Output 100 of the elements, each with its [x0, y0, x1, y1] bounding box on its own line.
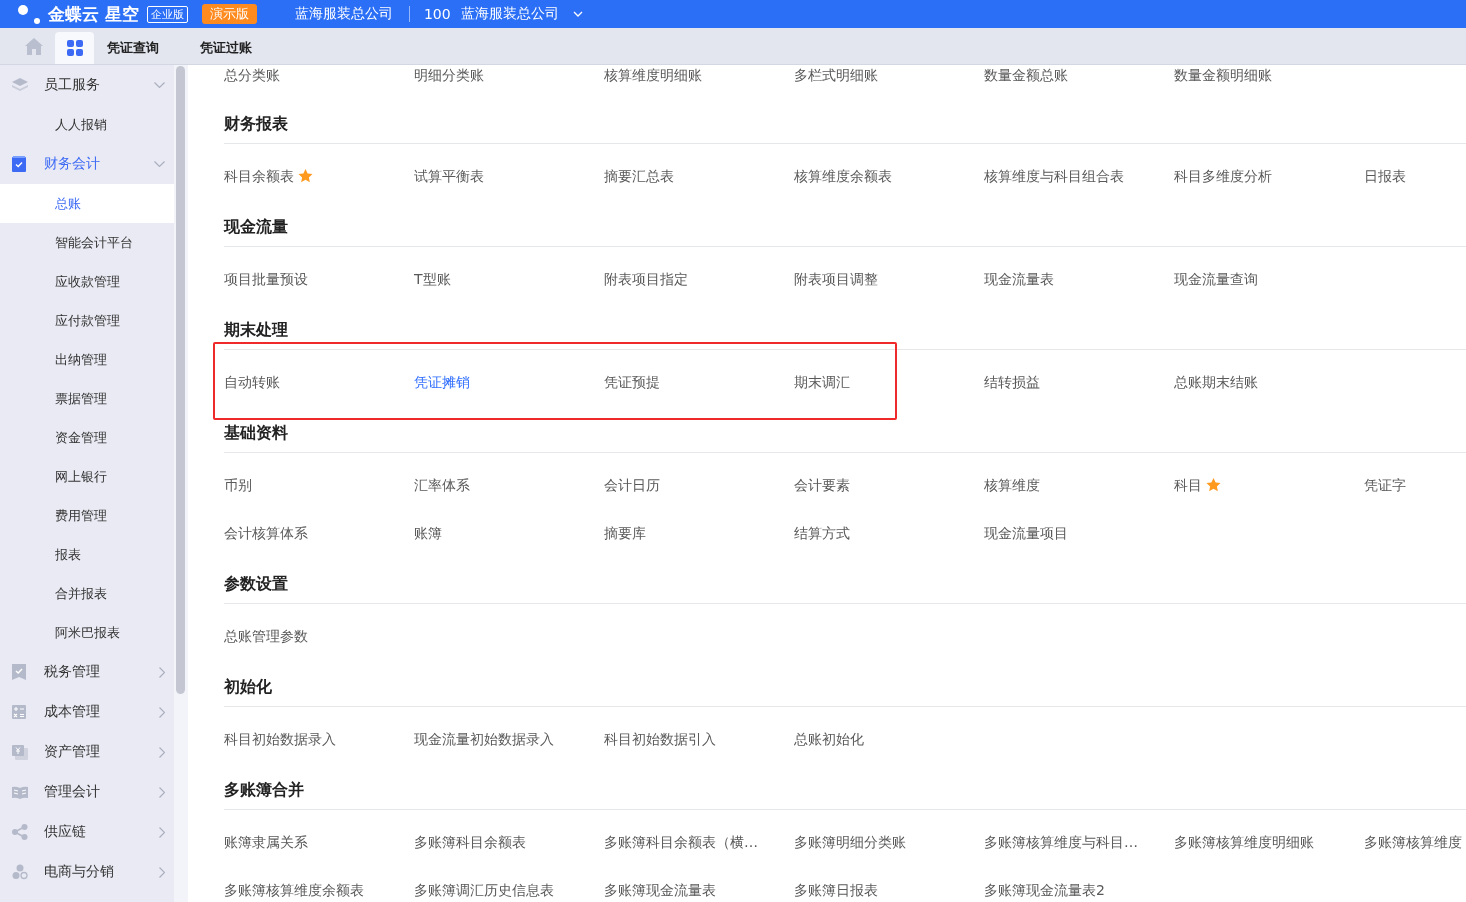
section-title: 财务报表: [224, 113, 288, 134]
menu-link[interactable]: 科目初始数据录入: [224, 729, 336, 749]
section-title: 初始化: [224, 676, 272, 697]
menu-link[interactable]: 凭证字: [1364, 475, 1406, 495]
sidebar-group-item[interactable]: 管理会计: [0, 772, 174, 812]
star-icon[interactable]: [1206, 478, 1221, 492]
menu-link[interactable]: 多栏式明细账: [794, 65, 878, 85]
menu-link[interactable]: 科目多维度分析: [1174, 166, 1272, 186]
menu-link[interactable]: T型账: [414, 269, 451, 289]
org-code[interactable]: 100: [423, 6, 451, 22]
sidebar-item[interactable]: 票据管理: [0, 379, 174, 418]
sidebar-group-item[interactable]: 供应链: [0, 812, 174, 852]
menu-link[interactable]: 总账管理参数: [224, 626, 308, 646]
sidebar-group-item[interactable]: 成本管理: [0, 692, 174, 732]
star-icon[interactable]: [298, 169, 313, 183]
sidebar-item[interactable]: 人人报销: [0, 105, 174, 144]
menu-link[interactable]: 会计日历: [604, 475, 660, 495]
tab[interactable]: 凭证过账: [187, 32, 280, 64]
menu-link[interactable]: 多账簿科目余额表（横…: [604, 832, 758, 852]
sidebar-group-item[interactable]: 电商与分销: [0, 852, 174, 892]
menu-link[interactable]: 多账簿日报表: [794, 880, 878, 900]
menu-link[interactable]: 结算方式: [794, 523, 850, 543]
sidebar-group-item[interactable]: 资产管理: [0, 732, 174, 772]
menu-link[interactable]: 多账簿明细分类账: [794, 832, 906, 852]
menu-link[interactable]: 结转损益: [984, 372, 1040, 392]
menu-link[interactable]: 总账初始化: [794, 729, 864, 749]
menu-link[interactable]: 期末调汇: [794, 372, 850, 392]
sidebar-item[interactable]: 智能会计平台: [0, 223, 174, 262]
menu-link[interactable]: 多账簿核算维度与科目…: [984, 832, 1138, 852]
org-name[interactable]: 蓝海服装总公司: [460, 5, 559, 23]
menu-link[interactable]: 会计核算体系: [224, 523, 308, 543]
menu-link[interactable]: 附表项目调整: [794, 269, 878, 289]
sidebar-group-item[interactable]: 税务管理: [0, 652, 174, 692]
menu-link[interactable]: 日报表: [1364, 166, 1406, 186]
menu-link[interactable]: 总账期末结账: [1174, 372, 1258, 392]
menu-link[interactable]: 现金流量表: [984, 269, 1054, 289]
menu-link[interactable]: 多账簿科目余额表: [414, 832, 526, 852]
circles-icon: [12, 864, 28, 880]
menu-link[interactable]: 凭证预提: [604, 372, 660, 392]
menu-link[interactable]: 多账簿核算维度: [1364, 832, 1462, 852]
menu-link[interactable]: 多账簿核算维度余额表: [224, 880, 364, 900]
sidebar-item[interactable]: 报表: [0, 535, 174, 574]
apps-tab[interactable]: [55, 32, 94, 64]
sidebar-item[interactable]: 出纳管理: [0, 340, 174, 379]
menu-link[interactable]: 科目初始数据引入: [604, 729, 716, 749]
sidebar-item[interactable]: 费用管理: [0, 496, 174, 535]
menu-link[interactable]: 核算维度余额表: [794, 166, 892, 186]
section-title: 参数设置: [224, 573, 288, 594]
sidebar-item[interactable]: 合并报表: [0, 574, 174, 613]
checklist-icon: [12, 156, 26, 172]
caret-icon[interactable]: [572, 11, 583, 17]
scrollbar-thumb[interactable]: [176, 66, 185, 694]
currency-card-icon: [12, 744, 28, 760]
sidebar-item[interactable]: 应付款管理: [0, 301, 174, 340]
section-title: 多账簿合并: [224, 779, 304, 800]
menu-link[interactable]: 试算平衡表: [414, 166, 484, 186]
sidebar-item[interactable]: 阿米巴报表: [0, 613, 174, 652]
menu-link[interactable]: 核算维度与科目组合表: [984, 166, 1124, 186]
menu-link[interactable]: 多账簿现金流量表: [604, 880, 716, 900]
edition-badge: 企业版: [146, 5, 188, 23]
menu-link[interactable]: 币别: [224, 475, 252, 495]
menu-link[interactable]: 汇率体系: [414, 475, 470, 495]
menu-link[interactable]: 现金流量初始数据录入: [414, 729, 554, 749]
sidebar-item[interactable]: 应收款管理: [0, 262, 174, 301]
open-book-icon: [12, 785, 28, 799]
menu-link[interactable]: 科目: [1174, 475, 1202, 495]
sidebar-item[interactable]: 网上银行: [0, 457, 174, 496]
home-icon: [24, 37, 43, 55]
menu-link[interactable]: 会计要素: [794, 475, 850, 495]
menu-link[interactable]: 自动转账: [224, 372, 280, 392]
menu-link[interactable]: 总分类账: [224, 65, 280, 85]
tab[interactable]: 凭证查询: [94, 32, 187, 64]
section-title: 现金流量: [224, 216, 288, 237]
layers-icon: [12, 78, 28, 92]
section-title: 期末处理: [224, 319, 288, 340]
menu-link[interactable]: 附表项目指定: [604, 269, 688, 289]
sidebar-group-item[interactable]: 财务会计: [0, 144, 174, 184]
menu-link[interactable]: 核算维度: [984, 475, 1040, 495]
menu-link[interactable]: 多账簿调汇历史信息表: [414, 880, 554, 900]
menu-link[interactable]: 科目余额表: [224, 166, 294, 186]
menu-link[interactable]: 凭证摊销: [414, 372, 470, 392]
menu-link[interactable]: 数量金额明细账: [1174, 65, 1272, 85]
sidebar-item[interactable]: 资金管理: [0, 418, 174, 457]
menu-link[interactable]: 账簿隶属关系: [224, 832, 308, 852]
menu-link[interactable]: 现金流量查询: [1174, 269, 1258, 289]
menu-link[interactable]: 摘要库: [604, 523, 646, 543]
calculator-icon: [12, 705, 26, 719]
sidebar-item[interactable]: 总账: [0, 184, 174, 223]
sidebar-group-item[interactable]: 员工服务: [0, 65, 174, 105]
demo-badge: 演示版: [201, 4, 257, 24]
menu-link[interactable]: 数量金额总账: [984, 65, 1068, 85]
menu-link[interactable]: 核算维度明细账: [604, 65, 702, 85]
company-name[interactable]: 蓝海服装总公司: [294, 5, 393, 23]
menu-link[interactable]: 摘要汇总表: [604, 166, 674, 186]
menu-link[interactable]: 明细分类账: [414, 65, 484, 85]
menu-link[interactable]: 项目批量预设: [224, 269, 308, 289]
menu-link[interactable]: 多账簿现金流量表2: [984, 880, 1105, 900]
menu-link[interactable]: 账簿: [414, 523, 442, 543]
menu-link[interactable]: 多账簿核算维度明细账: [1174, 832, 1314, 852]
menu-link[interactable]: 现金流量项目: [984, 523, 1068, 543]
